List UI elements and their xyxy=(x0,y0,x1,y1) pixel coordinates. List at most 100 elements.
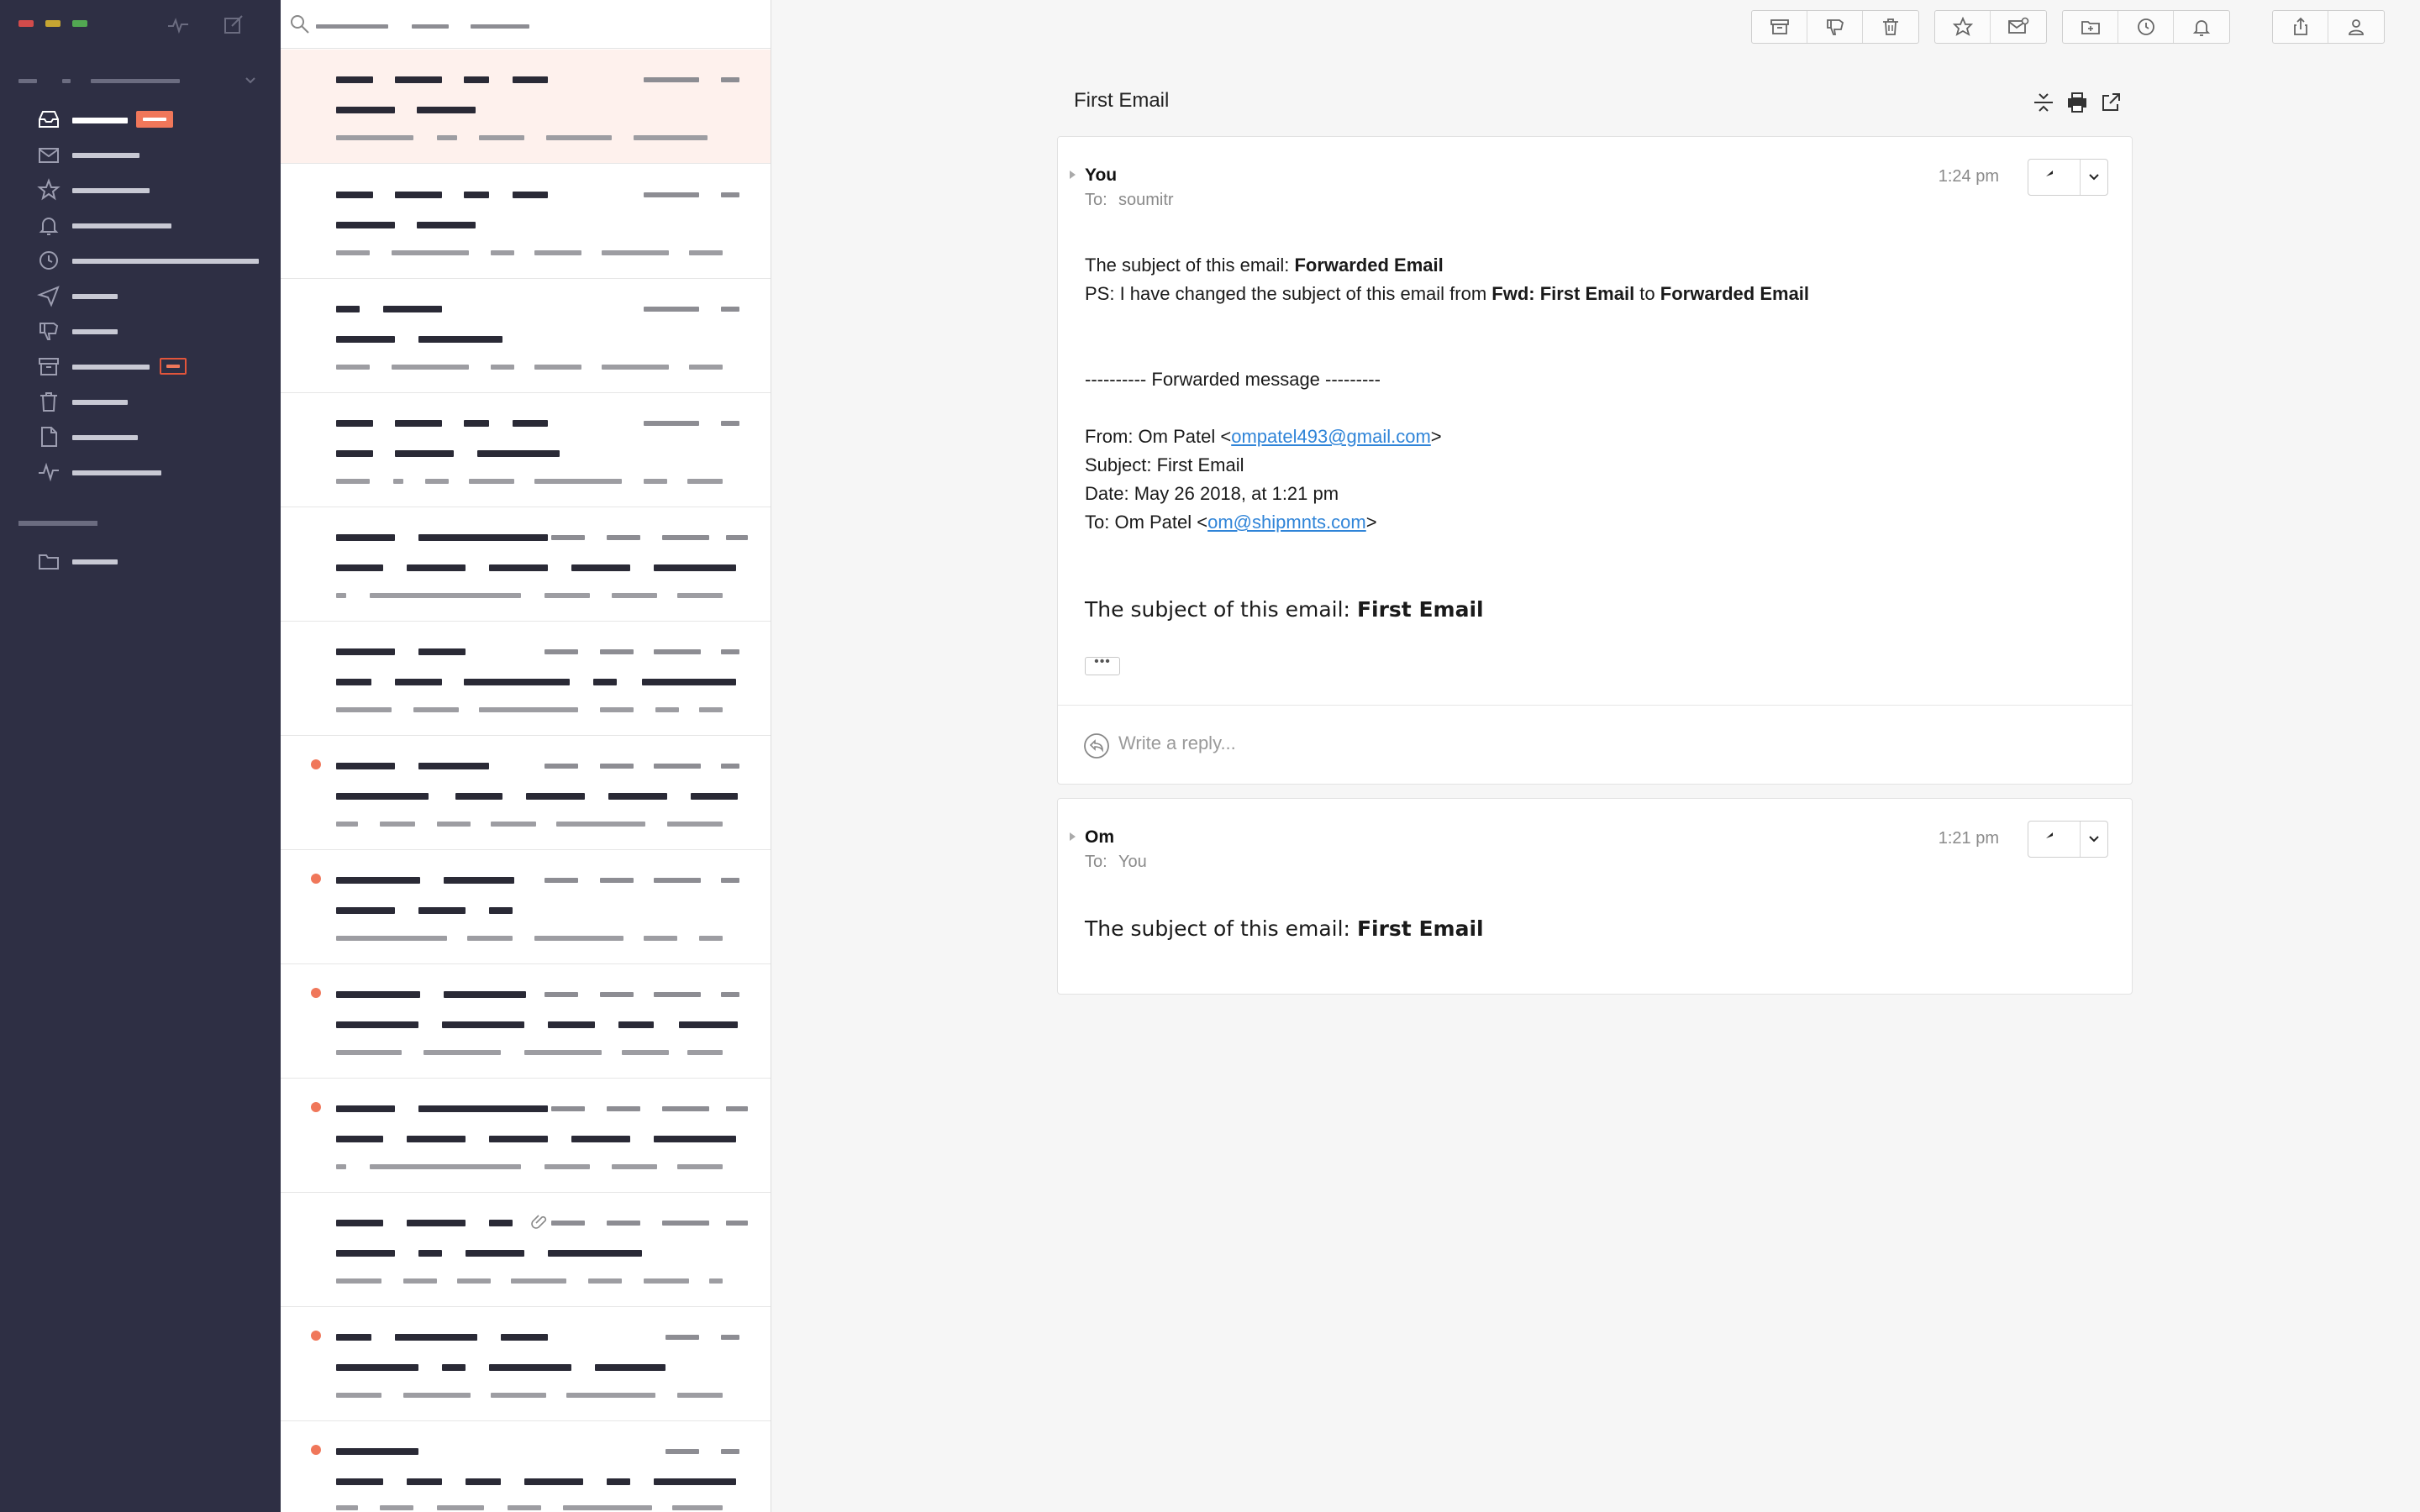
body-subject-line: The subject of this email: Forwarded Ema… xyxy=(1085,255,1444,276)
unread-count-badge xyxy=(136,111,173,128)
search-icon xyxy=(291,15,309,34)
attachment-icon xyxy=(531,1215,547,1229)
list-item[interactable] xyxy=(281,507,771,622)
list-item[interactable] xyxy=(281,393,771,507)
move-to-folder-icon xyxy=(2081,21,2100,34)
from-email-link[interactable]: ompatel493@gmail.com xyxy=(1231,426,1431,447)
unread-dot xyxy=(311,874,321,884)
archive-count-badge xyxy=(160,358,187,375)
expand-caret[interactable] xyxy=(1070,832,1076,841)
list-item[interactable] xyxy=(281,50,771,164)
sidebar-item-unread[interactable] xyxy=(37,139,272,170)
print-button[interactable] xyxy=(2065,91,2089,114)
sender-name: You xyxy=(1085,165,1118,185)
body-subject-line: The subject of this email: First Email xyxy=(1085,916,1484,941)
reply-icon xyxy=(2045,832,2053,838)
list-item[interactable] xyxy=(281,279,771,393)
reply-placeholder: Write a reply... xyxy=(1118,732,1236,753)
share-button[interactable] xyxy=(2273,11,2328,43)
list-item[interactable] xyxy=(281,850,771,964)
collapse-icon xyxy=(2034,93,2053,112)
list-item[interactable] xyxy=(281,1193,771,1307)
list-item[interactable] xyxy=(281,1421,771,1512)
sidebar-item-activity[interactable] xyxy=(37,457,272,487)
sidebar-item-archive[interactable] xyxy=(37,351,272,381)
mail-unread-icon xyxy=(2008,17,2029,34)
reply-split-button xyxy=(2028,821,2108,858)
window-close-button[interactable] xyxy=(18,20,34,27)
reply-options-dropdown[interactable] xyxy=(2081,160,2107,195)
snooze-button[interactable] xyxy=(2118,11,2174,43)
reply-button[interactable] xyxy=(2028,822,2081,857)
list-item[interactable] xyxy=(281,622,771,736)
sidebar-item-spam[interactable] xyxy=(37,316,272,346)
list-item[interactable] xyxy=(281,1079,771,1193)
reply-options-dropdown[interactable] xyxy=(2081,822,2107,857)
archive-button[interactable] xyxy=(1752,11,1807,43)
message-card: Om To: You 1:21 pm The subject of this e… xyxy=(1057,798,2133,995)
compose-icon[interactable] xyxy=(222,13,245,37)
sender-name: Om xyxy=(1085,827,1115,847)
external-link-icon xyxy=(2102,93,2120,111)
sidebar-item-reminders[interactable] xyxy=(37,210,272,240)
sidebar-item-snoozed[interactable] xyxy=(37,245,272,276)
activity-icon[interactable] xyxy=(166,13,190,37)
window-maximize-button[interactable] xyxy=(72,20,87,27)
star-icon xyxy=(1952,17,1973,36)
archive-icon xyxy=(39,358,59,375)
thumbs-down-icon xyxy=(39,323,59,340)
unread-dot xyxy=(311,1102,321,1112)
account-switcher[interactable] xyxy=(18,72,262,89)
star-icon xyxy=(37,178,60,201)
collapse-button[interactable] xyxy=(2032,91,2055,114)
share-icon xyxy=(2293,17,2307,35)
reminder-button[interactable] xyxy=(2174,11,2229,43)
forwarded-from: From: Om Patel <ompatel493@gmail.com> xyxy=(1085,426,1442,447)
to-email-link[interactable]: om@shipmnts.com xyxy=(1207,512,1366,533)
list-item[interactable] xyxy=(281,964,771,1079)
inbox-icon xyxy=(39,111,59,128)
list-item[interactable] xyxy=(281,1307,771,1421)
unread-dot xyxy=(311,1445,321,1455)
mail-unread-icon xyxy=(39,148,59,163)
folders-section-heading xyxy=(18,521,97,526)
sidebar-item-drafts[interactable] xyxy=(37,422,272,452)
reply-button[interactable] xyxy=(2028,160,2081,195)
forwarded-to: To: Om Patel <om@shipmnts.com> xyxy=(1085,512,1377,533)
list-item[interactable] xyxy=(281,736,771,850)
sidebar-item-inbox[interactable] xyxy=(37,104,272,134)
star-button[interactable] xyxy=(1935,11,1991,43)
sidebar-item-sent[interactable] xyxy=(37,281,272,311)
quoted-subject-line: The subject of this email: First Email xyxy=(1085,597,1484,622)
open-external-button[interactable] xyxy=(2099,91,2123,114)
chevron-down-icon xyxy=(2089,174,2099,181)
sidebar-item-folder[interactable] xyxy=(37,546,272,576)
mark-unread-button[interactable] xyxy=(1991,11,2046,43)
spam-button[interactable] xyxy=(1807,11,1863,43)
recipient: soumitr xyxy=(1118,191,1174,209)
search-bar[interactable] xyxy=(281,0,771,49)
folder-icon xyxy=(39,554,59,570)
thumbs-down-icon xyxy=(1826,19,1844,35)
trash-button[interactable] xyxy=(1863,11,1918,43)
thread-title: First Email xyxy=(1074,89,1170,112)
list-item[interactable] xyxy=(281,165,771,279)
trash-icon xyxy=(40,392,57,412)
contact-button[interactable] xyxy=(2328,11,2384,43)
document-icon xyxy=(41,427,57,447)
toolbar-group-actions xyxy=(1751,10,1919,44)
sidebar-item-starred[interactable] xyxy=(37,175,272,205)
show-trimmed-content-button[interactable]: ••• xyxy=(1085,655,1120,675)
window-minimize-button[interactable] xyxy=(45,20,60,27)
to-label: To: xyxy=(1085,853,1107,871)
user-icon xyxy=(2349,19,2364,35)
bell-icon xyxy=(2192,20,2211,36)
move-to-folder-button[interactable] xyxy=(2063,11,2118,43)
sidebar-item-trash[interactable] xyxy=(37,386,272,417)
forwarded-subject: Subject: First Email xyxy=(1085,454,1244,475)
expand-caret[interactable] xyxy=(1070,171,1076,179)
toolbar-group-flags xyxy=(1934,10,2047,44)
forwarded-header: ---------- Forwarded message --------- xyxy=(1085,369,1381,390)
reply-box[interactable]: Write a reply... xyxy=(1058,705,2132,782)
reply-icon xyxy=(2045,171,2053,176)
